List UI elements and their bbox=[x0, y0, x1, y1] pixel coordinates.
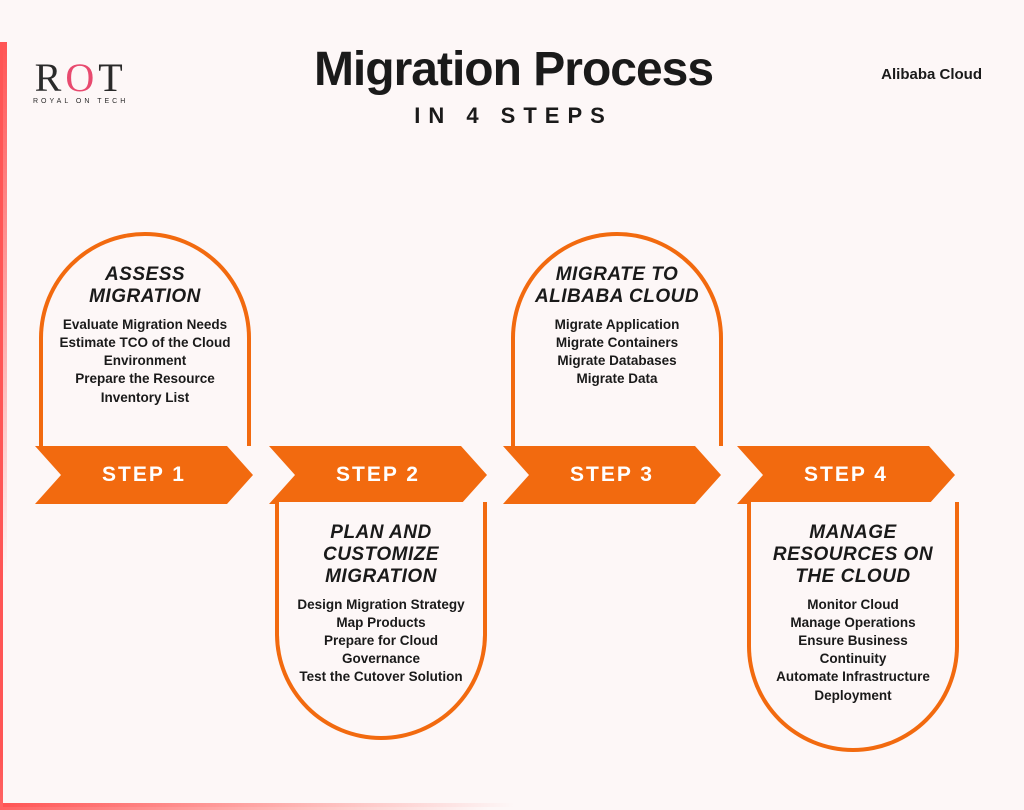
brand-logo: ROT ROYAL ON TECH bbox=[33, 60, 128, 105]
step-1-arrow: STEP 1 bbox=[35, 446, 253, 504]
step-3-arrow: STEP 3 bbox=[503, 446, 721, 504]
logo-letter-r: R bbox=[35, 55, 66, 100]
logo-letter-o: O bbox=[65, 55, 98, 100]
step-1-label: STEP 1 bbox=[102, 463, 186, 487]
page-title: Migration Process bbox=[3, 42, 1024, 97]
step-3-label: STEP 3 bbox=[570, 463, 654, 487]
page-subtitle: IN 4 STEPS bbox=[3, 103, 1024, 129]
step-3-capsule: MIGRATE TO ALIBABA CLOUD Migrate Applica… bbox=[511, 232, 723, 446]
step-3-body: Migrate ApplicationMigrate ContainersMig… bbox=[527, 316, 707, 389]
step-3-heading: MIGRATE TO ALIBABA CLOUD bbox=[527, 264, 707, 308]
step-4-arrow: STEP 4 bbox=[737, 446, 955, 504]
logo-main: ROT bbox=[35, 60, 127, 96]
step-2-heading: PLAN AND CUSTOMIZE MIGRATION bbox=[291, 522, 471, 588]
bottom-gradient-border bbox=[3, 803, 514, 807]
logo-letter-t: T bbox=[98, 55, 126, 100]
step-1-heading: ASSESS MIGRATION bbox=[55, 264, 235, 308]
step-4-body: Monitor CloudManage OperationsEnsure Bus… bbox=[763, 596, 943, 705]
step-4-capsule: MANAGE RESOURCES ON THE CLOUD Monitor Cl… bbox=[747, 502, 959, 752]
step-4-label: STEP 4 bbox=[804, 463, 888, 487]
arrow-row: STEP 1 STEP 2 STEP 3 STEP 4 bbox=[35, 446, 955, 504]
step-2-arrow: STEP 2 bbox=[269, 446, 487, 504]
step-2-label: STEP 2 bbox=[336, 463, 420, 487]
page-title-block: Migration Process IN 4 STEPS bbox=[3, 42, 1024, 129]
step-2-body: Design Migration StrategyMap ProductsPre… bbox=[291, 596, 471, 687]
vendor-label: Alibaba Cloud bbox=[881, 66, 982, 83]
step-2-capsule: PLAN AND CUSTOMIZE MIGRATION Design Migr… bbox=[275, 502, 487, 740]
step-1-capsule: ASSESS MIGRATION Evaluate Migration Need… bbox=[39, 232, 251, 446]
process-diagram: ASSESS MIGRATION Evaluate Migration Need… bbox=[3, 222, 1024, 782]
step-4-heading: MANAGE RESOURCES ON THE CLOUD bbox=[763, 522, 943, 588]
step-1-body: Evaluate Migration NeedsEstimate TCO of … bbox=[55, 316, 235, 407]
